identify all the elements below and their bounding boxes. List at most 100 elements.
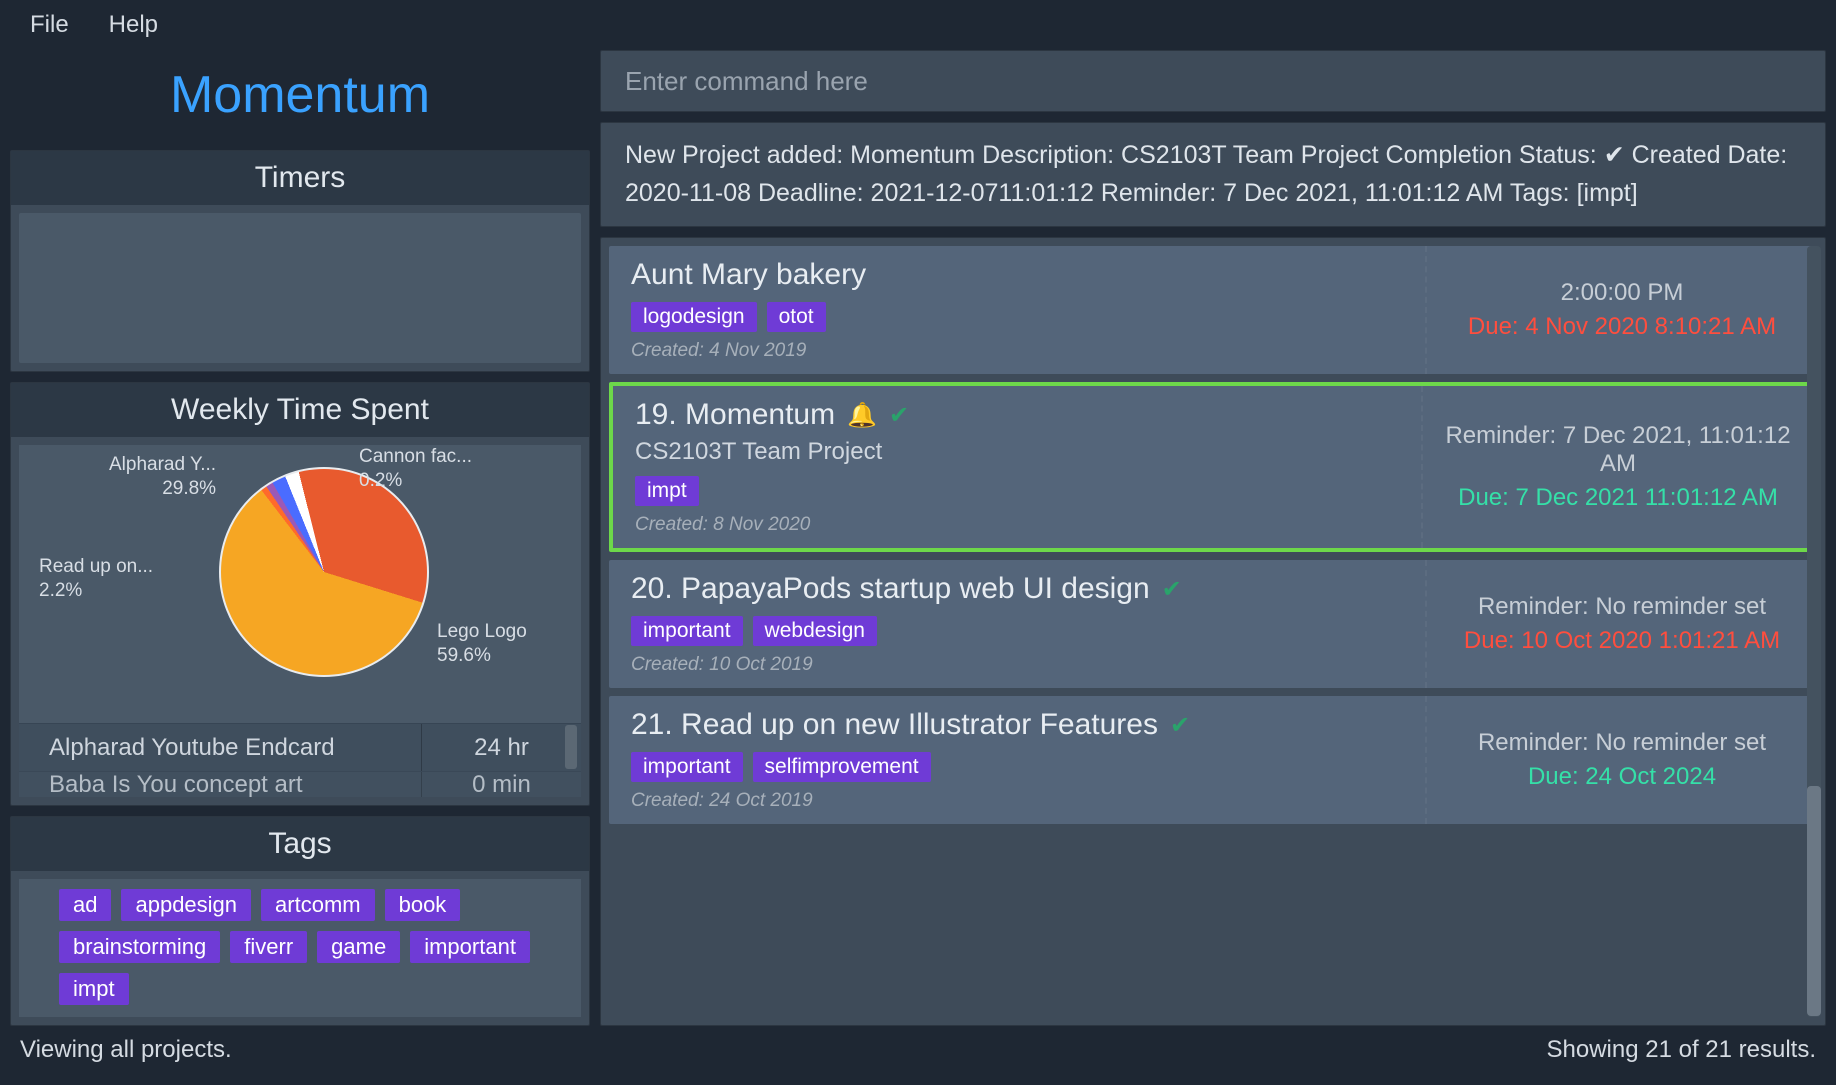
project-due: Due: 24 Oct 2024: [1528, 763, 1716, 791]
project-title: 21. Read up on new Illustrator Features ✔: [631, 708, 1403, 742]
project-tag[interactable]: impt: [635, 476, 699, 506]
project-meta: Reminder: No reminder setDue: 10 Oct 202…: [1427, 560, 1817, 688]
wts-row[interactable]: Alpharad Youtube Endcard 24 hr: [19, 723, 581, 771]
tags-title: Tags: [11, 817, 589, 871]
project-tags: impt: [635, 476, 1399, 506]
list-scrollbar-thumb[interactable]: [1807, 786, 1821, 1016]
main-layout: Momentum Timers Weekly Time Spent Alphar…: [0, 50, 1836, 1026]
project-card[interactable]: 20. PapayaPods startup web UI design ✔ imp…: [609, 560, 1817, 688]
project-card[interactable]: 21. Read up on new Illustrator Features ✔…: [609, 696, 1817, 824]
tag-ad[interactable]: ad: [59, 889, 111, 921]
project-card[interactable]: 19. Momentum 🔔 ✔ CS2103T Team Project impt Cr…: [609, 382, 1817, 552]
tag-impt[interactable]: impt: [59, 973, 129, 1005]
wts-row-name: Baba Is You concept art: [19, 771, 421, 797]
tag-brainstorming[interactable]: brainstorming: [59, 931, 220, 963]
weekly-time-spent-panel: Weekly Time Spent Alpharad Y... 29.8% Ca…: [10, 382, 590, 806]
tag-game[interactable]: game: [317, 931, 400, 963]
footer-left: Viewing all projects.: [20, 1036, 232, 1064]
project-title: Aunt Mary bakery: [631, 258, 1403, 292]
tag-artcomm[interactable]: artcomm: [261, 889, 375, 921]
wts-scrollbar-thumb[interactable]: [565, 725, 577, 769]
wts-row-duration: 24 hr: [421, 724, 581, 771]
project-tags: logodesign otot: [631, 302, 1403, 332]
project-reminder: Reminder: 7 Dec 2021, 11:01:12 AM: [1441, 422, 1795, 478]
menubar: File Help: [0, 0, 1836, 50]
timers-body: [19, 213, 581, 363]
project-main: Aunt Mary bakery logodesign otot Created: 4…: [609, 246, 1427, 374]
project-title: 20. PapayaPods startup web UI design ✔: [631, 572, 1403, 606]
tag-book[interactable]: book: [385, 889, 461, 921]
menu-file[interactable]: File: [30, 11, 69, 39]
tag-fiverr[interactable]: fiverr: [230, 931, 307, 963]
footer: Viewing all projects. Showing 21 of 21 r…: [0, 1026, 1836, 1074]
project-created: Created: 24 Oct 2019: [631, 790, 1403, 812]
project-tag[interactable]: webdesign: [753, 616, 877, 646]
check-icon: ✔: [1162, 575, 1182, 604]
project-title-text: Aunt Mary bakery: [631, 258, 866, 292]
wts-table: Alpharad Youtube Endcard 24 hr Baba Is Y…: [19, 723, 581, 797]
project-due: Due: 10 Oct 2020 1:01:21 AM: [1464, 627, 1780, 655]
pie-label-name: Alpharad Y...: [109, 454, 216, 475]
project-main: 19. Momentum 🔔 ✔ CS2103T Team Project impt Cr…: [613, 386, 1423, 548]
right-column: Enter command here New Project added: Mo…: [600, 50, 1826, 1026]
project-reminder: Reminder: No reminder set: [1478, 729, 1766, 757]
project-main: 21. Read up on new Illustrator Features ✔…: [609, 696, 1427, 824]
menu-help[interactable]: Help: [109, 11, 158, 39]
pie-label-alpharad: Alpharad Y... 29.8%: [109, 453, 216, 501]
pie-label-lego: Lego Logo 59.6%: [437, 620, 527, 668]
pie-label-pct: 0.2%: [359, 469, 472, 493]
project-tags: important selfimprovement: [631, 752, 1403, 782]
tags-panel: Tags ad appdesign artcomm book brainstorming…: [10, 816, 590, 1026]
project-main: 20. PapayaPods startup web UI design ✔ imp…: [609, 560, 1427, 688]
check-icon: ✔: [889, 401, 909, 430]
project-meta: Reminder: No reminder set Due: 24 Oct 202…: [1427, 696, 1817, 824]
tags-body: ad appdesign artcomm book brainstorming fiver…: [19, 879, 581, 1017]
wts-body: Alpharad Y... 29.8% Cannon fac... 0.2% L…: [19, 445, 581, 797]
project-tag[interactable]: otot: [767, 302, 826, 332]
project-created: Created: 4 Nov 2019: [631, 340, 1403, 362]
project-tag[interactable]: important: [631, 752, 743, 782]
project-meta: Reminder: 7 Dec 2021, 11:01:12 AM Due: 7 …: [1423, 386, 1813, 548]
command-input[interactable]: Enter command here: [600, 50, 1826, 112]
pie-chart: Alpharad Y... 29.8% Cannon fac... 0.2% L…: [19, 445, 581, 715]
project-list: Aunt Mary bakery logodesign otot Created: 4…: [600, 237, 1826, 1026]
project-created: Created: 10 Oct 2019: [631, 654, 1403, 676]
pie-label-name: Read up on...: [39, 556, 153, 577]
pie-label-pct: 2.2%: [39, 579, 153, 603]
timers-title: Timers: [11, 151, 589, 205]
project-meta: 2:00:00 PMDue: 4 Nov 2020 8:10:21 AM: [1427, 246, 1817, 374]
pie-label-name: Lego Logo: [437, 621, 527, 642]
footer-right: Showing 21 of 21 results.: [1547, 1036, 1817, 1064]
project-tag[interactable]: important: [631, 616, 743, 646]
project-title-text: 19. Momentum: [635, 398, 835, 432]
list-scrollbar-track[interactable]: [1807, 246, 1821, 1017]
command-placeholder: Enter command here: [625, 66, 868, 97]
pie-label-pct: 59.6%: [437, 644, 527, 668]
pie-label-cannon: Cannon fac... 0.2%: [359, 445, 472, 493]
timers-panel: Timers: [10, 150, 590, 372]
project-title-text: 20. PapayaPods startup web UI design: [631, 572, 1150, 606]
project-subtitle: CS2103T Team Project: [635, 438, 1399, 466]
project-card[interactable]: Aunt Mary bakery logodesign otot Created: 4…: [609, 246, 1817, 374]
wts-row[interactable]: Baba Is You concept art 0 min: [19, 771, 581, 797]
project-due: Due: 7 Dec 2021 11:01:12 AM: [1458, 484, 1778, 512]
wts-row-name: Alpharad Youtube Endcard: [19, 734, 421, 762]
project-tag[interactable]: selfimprovement: [753, 752, 931, 782]
tag-appdesign[interactable]: appdesign: [121, 889, 251, 921]
wts-row-duration: 0 min: [421, 772, 581, 797]
bell-icon: 🔔: [847, 401, 877, 430]
project-title: 19. Momentum 🔔 ✔: [635, 398, 1399, 432]
pie-label-pct: 29.8%: [109, 477, 216, 501]
project-tag[interactable]: logodesign: [631, 302, 757, 332]
pie-label-name: Cannon fac...: [359, 446, 472, 467]
app-title-area: Momentum: [10, 50, 590, 140]
project-title-text: 21. Read up on new Illustrator Features: [631, 708, 1158, 742]
project-reminder: 2:00:00 PM: [1561, 279, 1684, 307]
app-title: Momentum: [170, 65, 430, 125]
pie-label-readup: Read up on... 2.2%: [39, 555, 153, 603]
pie-graphic: [219, 467, 429, 677]
check-icon: ✔: [1170, 711, 1190, 740]
project-created: Created: 8 Nov 2020: [635, 514, 1399, 536]
left-column: Momentum Timers Weekly Time Spent Alphar…: [10, 50, 590, 1026]
tag-important[interactable]: important: [410, 931, 530, 963]
